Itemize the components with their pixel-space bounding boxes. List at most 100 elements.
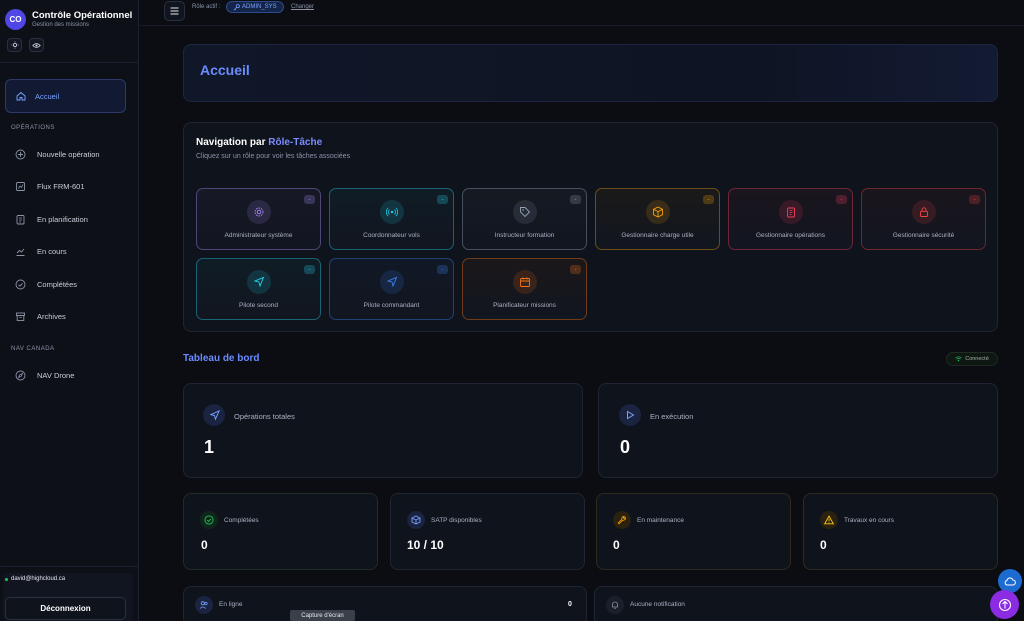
sidebar-item-accueil[interactable]: Accueil xyxy=(5,79,126,113)
role-tile-label: Administrateur système xyxy=(224,232,293,239)
connection-status-text: Connecté xyxy=(965,356,989,362)
visibility-toggle-button[interactable] xyxy=(29,38,44,52)
role-tile-count: - xyxy=(304,265,315,274)
stat-card-total-operations xyxy=(183,383,583,478)
plane-icon xyxy=(380,270,404,294)
page-title: Accueil xyxy=(200,62,250,78)
stat-value: 0 xyxy=(613,538,620,552)
role-tile[interactable]: Instructeur formation - xyxy=(462,188,587,250)
role-tile[interactable]: Pilote commandant - xyxy=(329,258,454,320)
role-tile-label: Gestionnaire charge utile xyxy=(621,232,694,239)
sidebar-item-nouvelle-operation[interactable]: Nouvelle opération xyxy=(15,149,100,160)
role-tile-count: - xyxy=(703,195,714,204)
role-tile-count: - xyxy=(304,195,315,204)
role-tile[interactable]: Gestionnaire sécurité - xyxy=(861,188,986,250)
stat-value: 10 / 10 xyxy=(407,538,444,552)
sidebar-item-en-planification[interactable]: En planification xyxy=(15,214,88,225)
stat-label: Complétées xyxy=(224,517,259,524)
sidebar-item-label: Archives xyxy=(37,312,66,321)
user-email-text: david@highcloud.ca xyxy=(11,576,66,582)
sidebar-item-label: Complétées xyxy=(37,280,78,289)
lock-icon xyxy=(912,200,936,224)
sidebar-item-label: En planification xyxy=(37,215,88,224)
plane-icon xyxy=(203,404,225,426)
role-tile-label: Planificateur missions xyxy=(493,302,556,309)
brand-title: Contrôle Opérationnel xyxy=(32,10,133,21)
play-icon xyxy=(619,404,641,426)
key-icon xyxy=(233,3,240,10)
stat-card-satp xyxy=(390,493,585,570)
sidebar-item-nav-drone[interactable]: NAV Drone xyxy=(15,370,74,381)
gear-icon xyxy=(247,200,271,224)
sun-icon xyxy=(10,41,19,49)
screenshot-tooltip: Capture d'écran xyxy=(290,610,355,621)
wifi-icon xyxy=(955,356,963,362)
menu-toggle-button[interactable] xyxy=(164,1,185,21)
eye-icon xyxy=(32,42,41,48)
connection-status-badge: Connecté xyxy=(946,352,998,366)
role-tile[interactable]: Gestionnaire charge utile - xyxy=(595,188,720,250)
logout-button[interactable]: Déconnexion xyxy=(5,597,126,620)
role-tile[interactable]: Administrateur système - xyxy=(196,188,321,250)
role-tile-count: - xyxy=(437,265,448,274)
package-icon xyxy=(646,200,670,224)
sidebar-item-label: Nouvelle opération xyxy=(37,150,100,159)
wrench-icon xyxy=(613,511,631,529)
role-tile-count: - xyxy=(570,265,581,274)
sidebar-item-flux-frm-601[interactable]: Flux FRM-601 xyxy=(15,181,85,192)
role-tile-label: Pilote second xyxy=(238,302,279,309)
role-navigation-title-highlight: Rôle-Tâche xyxy=(268,137,323,148)
role-tile-label: Coordonnateur vols xyxy=(363,232,420,239)
clipboard-icon xyxy=(779,200,803,224)
active-role-label: Rôle actif : xyxy=(192,4,221,10)
sidebar-item-label: En cours xyxy=(37,247,67,256)
stat-label: SATP disponibles xyxy=(431,517,482,524)
role-tile-count: - xyxy=(437,195,448,204)
assistant-button[interactable] xyxy=(990,590,1019,619)
bell-icon xyxy=(606,596,624,614)
stat-value: 0 xyxy=(620,437,631,457)
theme-toggle-button[interactable] xyxy=(7,38,22,52)
tag-icon xyxy=(513,200,537,224)
role-tile-count: - xyxy=(570,195,581,204)
check-circle-icon xyxy=(200,511,218,529)
sidebar-item-label: NAV Drone xyxy=(37,371,75,380)
section-title-operations: OPÉRATIONS xyxy=(11,125,55,131)
radio-icon xyxy=(380,200,404,224)
role-tile[interactable]: Pilote second - xyxy=(196,258,321,320)
stat-label: En maintenance xyxy=(637,517,684,524)
role-tile[interactable]: Planificateur missions - xyxy=(462,258,587,320)
divider xyxy=(0,566,139,567)
active-role-badge: ADMIN_SYS xyxy=(226,1,284,13)
notifications-label: Aucune notification xyxy=(630,601,685,608)
role-tile[interactable]: Gestionnaire opérations - xyxy=(728,188,853,250)
section-title-nav-canada: NAV CANADA xyxy=(11,346,55,352)
divider xyxy=(0,62,139,63)
role-tile[interactable]: Coordonnateur vols - xyxy=(329,188,454,250)
brand-logo: CO xyxy=(5,9,26,30)
sidebar-item-completees[interactable]: Complétées xyxy=(15,279,77,290)
role-navigation-title-prefix: Navigation par xyxy=(196,137,269,148)
flow-icon xyxy=(15,181,26,192)
home-icon xyxy=(16,91,26,101)
role-tile-label: Gestionnaire opérations xyxy=(755,232,825,239)
online-users-card xyxy=(183,586,587,621)
clipboard-icon xyxy=(15,214,26,225)
role-tile-label: Instructeur formation xyxy=(494,232,555,239)
users-icon xyxy=(195,596,213,614)
sidebar-item-en-cours[interactable]: En cours xyxy=(15,246,67,257)
stat-card-running xyxy=(598,383,998,478)
change-role-link[interactable]: Changer xyxy=(291,4,314,10)
chart-icon xyxy=(15,246,26,257)
sidebar-item-archives[interactable]: Archives xyxy=(15,311,66,322)
assistant-icon xyxy=(998,598,1011,611)
dashboard-title: Tableau de bord xyxy=(183,353,260,364)
hamburger-icon xyxy=(170,7,179,15)
compass-icon xyxy=(15,370,26,381)
role-tile-count: - xyxy=(969,195,980,204)
archive-icon xyxy=(15,311,26,322)
sidebar-item-label: Flux FRM-601 xyxy=(37,182,85,191)
role-navigation-title: Navigation par Rôle-Tâche xyxy=(196,137,322,148)
package-icon xyxy=(407,511,425,529)
active-role-value: ADMIN_SYS xyxy=(242,4,277,10)
